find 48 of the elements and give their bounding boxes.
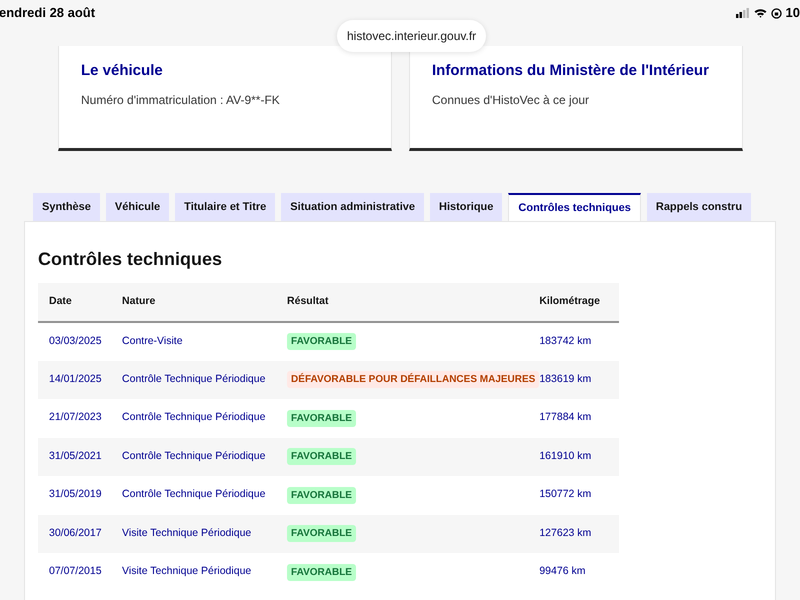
table-cell: 183619 km [539, 360, 619, 399]
table-cell: Visite Technique Périodique [122, 553, 288, 592]
table-cell: Contrôle Technique Périodique [122, 360, 288, 399]
tab[interactable]: Rappels constru [646, 193, 752, 221]
result-badge: FAVORABLE [287, 410, 356, 427]
signal-icon [736, 8, 750, 18]
table-cell: Contrôle Technique Périodique [122, 476, 288, 514]
table-cell: Contre-Visite [122, 322, 288, 360]
table-cell: 99476 km [539, 553, 619, 592]
column-header: Kilométrage [539, 283, 619, 322]
tab[interactable]: Contrôles techniques [508, 193, 641, 221]
section-title: Contrôles techniques [38, 248, 224, 271]
table-cell: Contrôle Technique Périodique [122, 438, 288, 476]
tab[interactable]: Historique [430, 193, 502, 221]
result-badge: DÉFAVORABLE POUR DÉFAILLANCES MAJEURES [287, 371, 540, 388]
rotation-lock-icon [770, 8, 782, 18]
result-badge: FAVORABLE [287, 486, 356, 504]
result-badge: FAVORABLE [287, 564, 356, 581]
card-title: Informations du Ministère de l'Intérieur [432, 61, 710, 81]
battery-percentage: 10 [786, 4, 800, 22]
column-header: Résultat [287, 283, 540, 322]
column-header: Date [38, 283, 122, 322]
wifi-icon [754, 8, 767, 18]
table-cell: 30/06/2017 [38, 514, 122, 553]
table-cell: Visite Technique Périodique [122, 514, 288, 553]
card-title: Le véhicule [81, 61, 164, 81]
card-subtitle: Connues d'HistoVec à ce jour [432, 92, 590, 108]
table-cell: 14/01/2025 [38, 360, 122, 399]
table-cell: 161910 km [539, 438, 619, 476]
tab[interactable]: Situation administrative [281, 193, 424, 221]
table-cell: 177884 km [539, 399, 619, 438]
table-cell: Contrôle Technique Périodique [122, 399, 288, 438]
result-badge: FAVORABLE [287, 333, 356, 350]
table-cell: 127623 km [539, 514, 619, 553]
tab[interactable]: Synthèse [33, 193, 100, 221]
table-cell: 150772 km [539, 476, 619, 514]
result-badge: FAVORABLE [287, 525, 356, 542]
table-cell: 07/07/2015 [38, 553, 122, 592]
tab[interactable]: Titulaire et Titre [175, 193, 276, 221]
result-badge: FAVORABLE [287, 448, 356, 466]
tab[interactable]: Véhicule [106, 193, 170, 221]
table-cell: 21/07/2023 [38, 399, 122, 438]
table-cell: 31/05/2021 [38, 438, 122, 476]
table-cell: 31/05/2019 [38, 476, 122, 514]
column-header: Nature [122, 283, 288, 322]
table-cell: 03/03/2025 [38, 322, 122, 360]
card-subtitle: Numéro d'immatriculation : AV-9**-FK [81, 92, 281, 108]
table-cell: 183742 km [539, 322, 619, 360]
